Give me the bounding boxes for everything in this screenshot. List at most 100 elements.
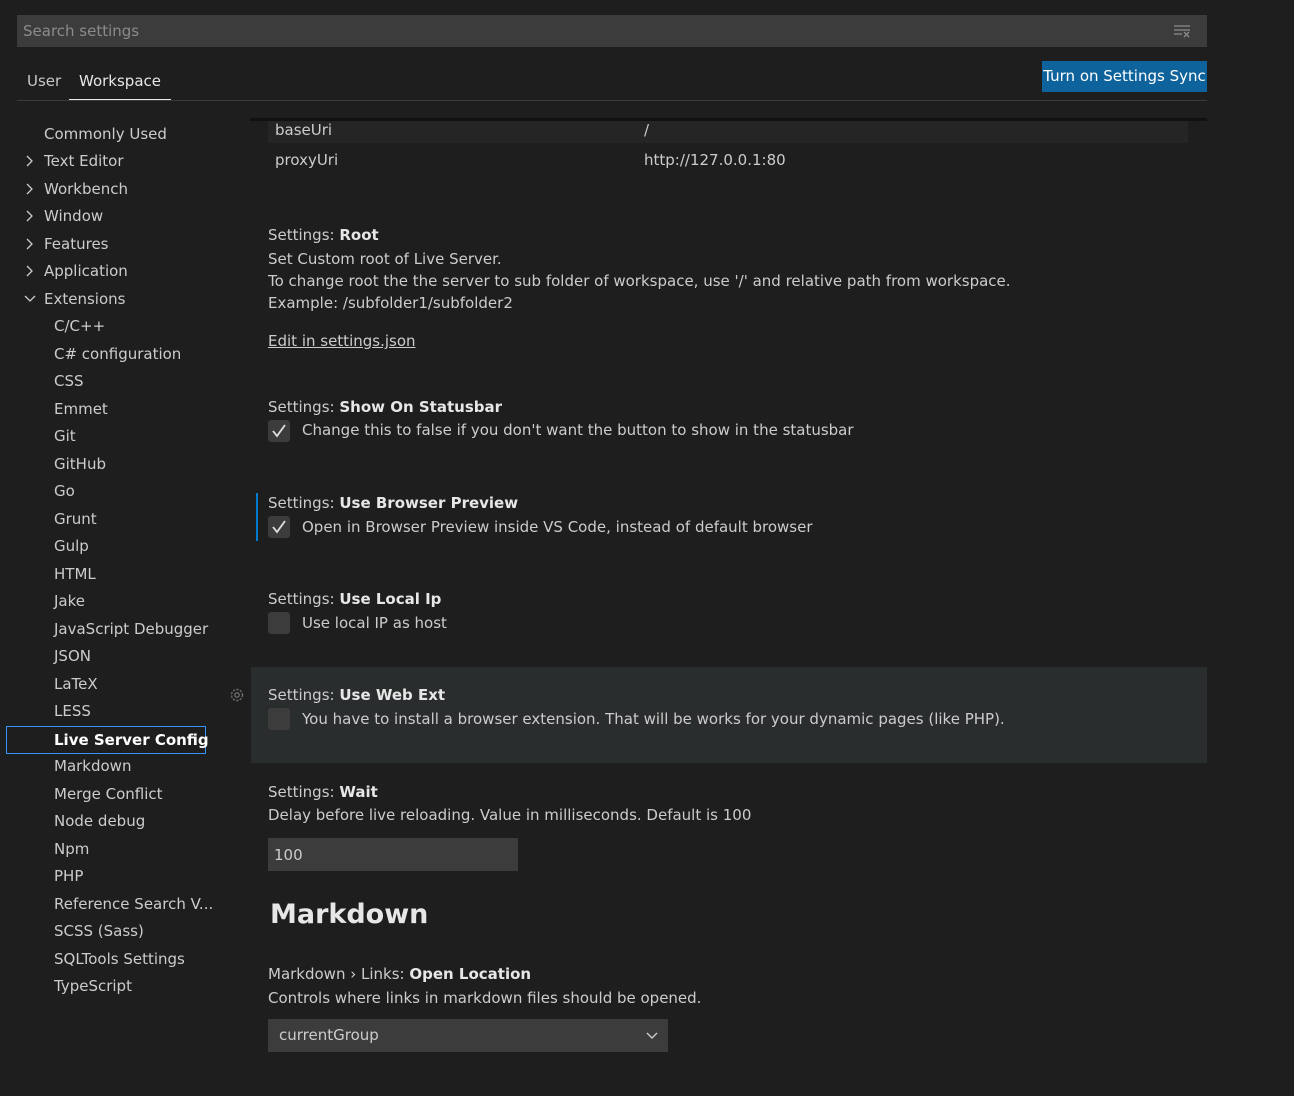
- search-box[interactable]: [17, 15, 1207, 47]
- tree-item[interactable]: Emmet: [0, 396, 210, 422]
- tree-item[interactable]: JSON: [0, 643, 210, 669]
- tabs-divider: [17, 100, 1207, 101]
- setting-desc: Delay before live reloading. Value in mi…: [268, 806, 752, 824]
- tree-item[interactable]: Merge Conflict: [0, 781, 210, 807]
- tree-item[interactable]: GitHub: [0, 451, 210, 477]
- select-value: currentGroup: [279, 1026, 379, 1044]
- tree-item[interactable]: Markdown: [0, 753, 210, 779]
- tree-item-label: Go: [54, 482, 75, 500]
- focus-indicator: [256, 493, 258, 541]
- tab-workspace[interactable]: Workspace: [69, 72, 171, 100]
- use-web-ext-checkbox[interactable]: [268, 708, 290, 730]
- open-location-select[interactable]: currentGroup: [268, 1019, 668, 1052]
- tree-item[interactable]: Gulp: [0, 533, 210, 559]
- turn-on-settings-sync-button[interactable]: Turn on Settings Sync: [1042, 61, 1207, 92]
- use-browser-preview-checkbox[interactable]: [268, 516, 290, 538]
- setting-desc: Controls where links in markdown files s…: [268, 989, 702, 1007]
- setting-title-use-local-ip: Settings: Use Local Ip: [268, 590, 442, 608]
- tree-item[interactable]: Node debug: [0, 808, 210, 834]
- tree-item[interactable]: C/C++: [0, 313, 210, 339]
- tree-item-label: Emmet: [54, 399, 108, 418]
- tree-item[interactable]: HTML: [0, 561, 210, 587]
- tree-item[interactable]: C# configuration: [0, 341, 210, 367]
- setting-title-root: Settings: Root: [268, 226, 379, 244]
- setting-desc: You have to install a browser extension.…: [302, 710, 1005, 728]
- tree-item-label: Git: [54, 427, 76, 445]
- tree-item[interactable]: SQLTools Settings: [0, 946, 210, 972]
- search-input[interactable]: [17, 15, 1169, 47]
- tree-item[interactable]: Git: [0, 423, 210, 449]
- chevron-right-icon: [26, 238, 33, 250]
- tab-user[interactable]: User: [27, 72, 61, 100]
- tree-item-label: Workbench: [44, 180, 128, 198]
- table-key: proxyUri: [275, 151, 339, 169]
- scrollbar[interactable]: [1207, 101, 1221, 1096]
- tree-item-label: SCSS (Sass): [54, 922, 144, 940]
- tree-item-label: Npm: [54, 839, 90, 858]
- tree-item-label: GitHub: [54, 454, 106, 473]
- check-icon: [272, 520, 286, 534]
- wait-input[interactable]: [268, 838, 518, 871]
- tree-item[interactable]: Grunt: [0, 506, 210, 532]
- setting-title-open-location: Markdown › Links: Open Location: [268, 965, 532, 983]
- tree-item[interactable]: Reference Search V...: [0, 891, 214, 917]
- tree-item[interactable]: Workbench: [0, 176, 210, 202]
- chevron-right-icon: [26, 265, 33, 277]
- tree-item[interactable]: Application: [0, 258, 210, 284]
- edit-in-settings-json-link[interactable]: Edit in settings.json: [268, 330, 416, 352]
- tree-item[interactable]: Go: [0, 478, 210, 504]
- tree-item[interactable]: Npm: [0, 836, 210, 862]
- tree-item-label: Jake: [54, 592, 85, 610]
- tree-item[interactable]: Extensions: [0, 286, 210, 312]
- tree-item-selected[interactable]: Live Server Config: [6, 725, 209, 754]
- setting-desc: Open in Browser Preview inside VS Code, …: [302, 518, 813, 536]
- tree-item-label: C# configuration: [54, 344, 182, 363]
- tree-item[interactable]: PHP: [0, 863, 210, 889]
- tree-item-label: TypeScript: [54, 977, 132, 995]
- tree-item[interactable]: Features: [0, 231, 210, 257]
- table-key: baseUri: [275, 121, 333, 139]
- table-value: http://127.0.0.1:80: [644, 151, 786, 169]
- tree-item-label: Application: [44, 262, 128, 280]
- tree-item-label: Text Editor: [44, 152, 124, 170]
- tree-item[interactable]: LaTeX: [0, 671, 210, 697]
- tree-item[interactable]: SCSS (Sass): [0, 918, 210, 944]
- tree-item-label: JavaScript Debugger: [54, 619, 209, 638]
- tree-item-label: Node debug: [54, 812, 146, 830]
- check-icon: [272, 424, 286, 438]
- tree-item-label: PHP: [54, 867, 84, 885]
- tree-item[interactable]: JavaScript Debugger: [0, 616, 210, 642]
- tree-item[interactable]: TypeScript: [0, 973, 210, 999]
- setting-title-show-on-statusbar: Settings: Show On Statusbar: [268, 398, 503, 416]
- show-on-statusbar-checkbox[interactable]: [268, 420, 290, 442]
- tree-item-label: C/C++: [54, 317, 106, 335]
- setting-desc: Example: /subfolder1/subfolder2: [268, 294, 513, 312]
- tree-item-label: Window: [44, 207, 104, 225]
- section-heading-markdown: Markdown: [270, 899, 429, 930]
- tree-item-label: Grunt: [54, 509, 97, 528]
- tree-item[interactable]: CSS: [0, 368, 210, 394]
- tree-item-label: CSS: [54, 372, 84, 390]
- use-local-ip-checkbox[interactable]: [268, 612, 290, 634]
- tree-item-label: Features: [44, 235, 109, 253]
- chevron-right-icon: [26, 155, 33, 167]
- tree-item-label: Reference Search V...: [54, 894, 214, 913]
- setting-desc: Set Custom root of Live Server.: [268, 250, 502, 268]
- tree-item[interactable]: Commonly Used: [0, 121, 210, 147]
- tree-item-label: Gulp: [54, 537, 89, 555]
- clear-filter-icon[interactable]: [1173, 24, 1191, 38]
- tree-item-label: LaTeX: [54, 674, 98, 693]
- setting-title-wait: Settings: Wait: [268, 783, 378, 801]
- tree-item-label: SQLTools Settings: [54, 949, 185, 968]
- chevron-right-icon: [26, 210, 33, 222]
- setting-title-use-browser-preview: Settings: Use Browser Preview: [268, 494, 519, 512]
- tree-item[interactable]: Text Editor: [0, 148, 210, 174]
- gear-icon[interactable]: [228, 686, 246, 704]
- table-row: [268, 121, 1188, 143]
- tree-item-label: HTML: [54, 564, 96, 583]
- tree-item[interactable]: Window: [0, 203, 210, 229]
- setting-desc: To change root the the server to sub fol…: [268, 272, 1011, 290]
- tree-item[interactable]: LESS: [0, 698, 210, 724]
- tree-item[interactable]: Jake: [0, 588, 210, 614]
- tree-item-label: JSON: [54, 647, 91, 665]
